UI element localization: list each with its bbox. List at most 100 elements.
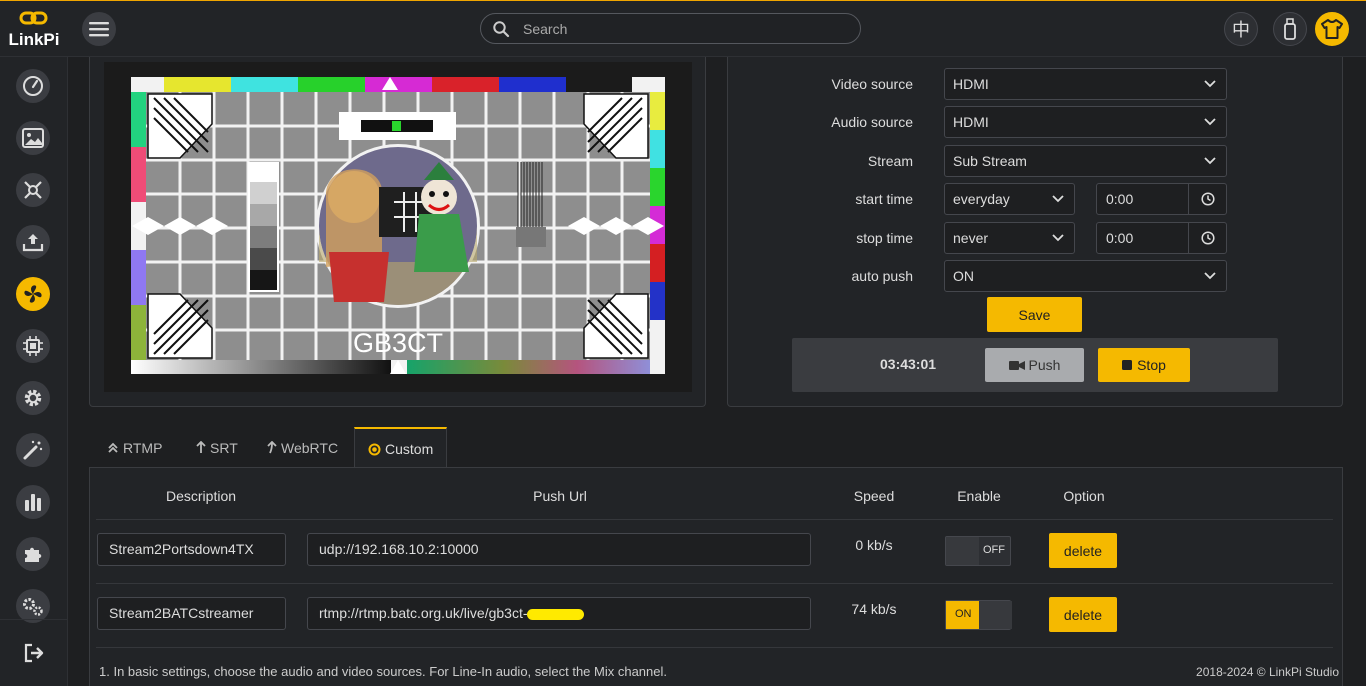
tab-custom-label: Custom — [385, 441, 434, 457]
row-divider — [96, 519, 1333, 520]
tab-webrtc[interactable]: WebRTC — [254, 427, 351, 468]
column-header-speed: Speed — [853, 488, 895, 504]
delete-button[interactable]: delete — [1049, 597, 1117, 632]
search-box — [480, 13, 861, 44]
magic-wand-icon — [23, 440, 43, 460]
chevron-down-icon — [1204, 80, 1216, 88]
tab-rtmp-label: RTMP — [123, 439, 163, 456]
sidebar-item-stream-push[interactable] — [16, 277, 50, 311]
video-source-label: Video source — [831, 76, 913, 92]
column-header-option: Option — [1063, 488, 1105, 504]
logout-button[interactable] — [0, 619, 68, 686]
app-root: LinkPi 中 — [0, 0, 1366, 686]
delete-button[interactable]: delete — [1049, 533, 1117, 568]
push-button[interactable]: Push — [985, 348, 1084, 382]
tab-custom[interactable]: Custom — [354, 427, 448, 469]
search-icon — [492, 20, 510, 41]
toggle-state-label: OFF — [983, 544, 1005, 556]
enable-toggle[interactable]: ON — [945, 600, 1012, 630]
puzzle-icon — [25, 547, 42, 562]
auto-push-select[interactable]: ON — [944, 260, 1227, 292]
sidebar-item-advanced[interactable] — [16, 589, 50, 623]
video-preview[interactable]: GB3CT — [104, 62, 692, 392]
description-input[interactable]: Stream2Portsdown4TX — [97, 533, 286, 566]
toggle-knob — [946, 537, 979, 565]
clock-icon[interactable] — [1188, 223, 1226, 253]
stream-push-icon — [24, 285, 42, 303]
start-time-mode-select[interactable]: everyday — [944, 183, 1075, 215]
curved-arrow-up-icon — [267, 441, 277, 454]
toggle-state-label: ON — [955, 608, 972, 620]
chevron-down-icon — [1204, 272, 1216, 280]
row-divider — [96, 647, 1333, 648]
save-button[interactable]: Save — [987, 297, 1082, 332]
chevron-down-icon — [1204, 118, 1216, 126]
sidebar-item-settings[interactable] — [16, 381, 50, 415]
custom-push-table: Description Push Url Speed Enable Option… — [89, 467, 1343, 686]
sidebar-item-magic[interactable] — [16, 433, 50, 467]
arrow-up-icon — [196, 441, 206, 453]
stop-time-mode-select[interactable]: never — [944, 222, 1075, 254]
sidebar-item-hardware[interactable] — [16, 329, 50, 363]
start-time-mode-value: everyday — [953, 191, 1010, 207]
stop-button[interactable]: Stop — [1098, 348, 1190, 382]
language-label: 中 — [1232, 20, 1250, 40]
preview-panel: GB3CT — [89, 57, 706, 407]
toggle-knob — [979, 601, 1012, 629]
theme-button[interactable] — [1315, 12, 1349, 46]
language-button[interactable]: 中 — [1224, 12, 1258, 46]
video-source-select[interactable]: HDMI — [944, 68, 1227, 100]
enable-toggle[interactable]: OFF — [945, 536, 1011, 566]
push-url-input[interactable]: udp://192.168.10.2:10000 — [307, 533, 811, 566]
start-time-input[interactable]: 0:00 — [1096, 183, 1227, 215]
hamburger-icon — [89, 22, 109, 37]
stop-time-input[interactable]: 0:00 — [1096, 222, 1227, 254]
chevron-down-icon — [1052, 234, 1064, 242]
top-bar: LinkPi 中 — [0, 0, 1366, 57]
stop-square-icon — [1122, 360, 1133, 370]
sidebar-item-plugins[interactable] — [16, 537, 50, 571]
tab-srt[interactable]: SRT — [183, 427, 251, 468]
brand-logo[interactable]: LinkPi — [0, 1, 68, 58]
stream-select[interactable]: Sub Stream — [944, 145, 1227, 177]
sidebar-item-dashboard[interactable] — [16, 69, 50, 103]
sidebar — [0, 57, 68, 686]
radio-dot-icon — [368, 443, 381, 455]
sidebar-item-statistics[interactable] — [16, 485, 50, 519]
search-input[interactable] — [523, 18, 843, 40]
test-card-image: GB3CT — [104, 62, 692, 392]
chip-icon — [23, 336, 43, 356]
row-divider — [96, 583, 1333, 584]
video-source-value: HDMI — [953, 76, 989, 92]
audio-source-label: Audio source — [831, 114, 913, 130]
redaction-mark — [527, 609, 584, 620]
sidebar-item-network[interactable] — [16, 173, 50, 207]
gear-icon — [24, 389, 42, 407]
stop-time-label: stop time — [856, 230, 913, 246]
auto-push-label: auto push — [851, 268, 914, 284]
menu-toggle-button[interactable] — [82, 12, 116, 46]
upload-icon — [22, 234, 44, 252]
chain-link-icon — [19, 10, 49, 28]
double-chevron-up-icon — [108, 442, 118, 453]
chevron-down-icon — [1052, 195, 1064, 203]
gears-icon — [23, 598, 43, 616]
sidebar-item-upload[interactable] — [16, 225, 50, 259]
tab-srt-label: SRT — [210, 439, 238, 456]
copyright: 2018-2024 © LinkPi Studio — [1196, 665, 1339, 679]
dashboard-gauge-icon — [23, 76, 43, 96]
start-time-value: 0:00 — [1106, 191, 1134, 207]
stop-time-value: 0:00 — [1106, 230, 1134, 246]
speed-value: 74 kb/s — [851, 601, 897, 617]
sidebar-item-image[interactable] — [16, 121, 50, 155]
audio-source-select[interactable]: HDMI — [944, 106, 1227, 138]
help-note: 1. In basic settings, choose the audio a… — [99, 664, 668, 679]
usb-drive-icon — [1284, 18, 1296, 40]
usb-button[interactable] — [1273, 12, 1307, 46]
push-url-input[interactable]: rtmp://rtmp.batc.org.uk/live/gb3ct- — [307, 597, 811, 630]
network-hub-icon — [24, 181, 42, 199]
description-input[interactable]: Stream2BATCstreamer — [97, 597, 286, 630]
tab-rtmp[interactable]: RTMP — [94, 427, 175, 468]
clock-icon[interactable] — [1188, 184, 1226, 214]
push-url-value: rtmp://rtmp.batc.org.uk/live/gb3ct- — [319, 605, 528, 621]
